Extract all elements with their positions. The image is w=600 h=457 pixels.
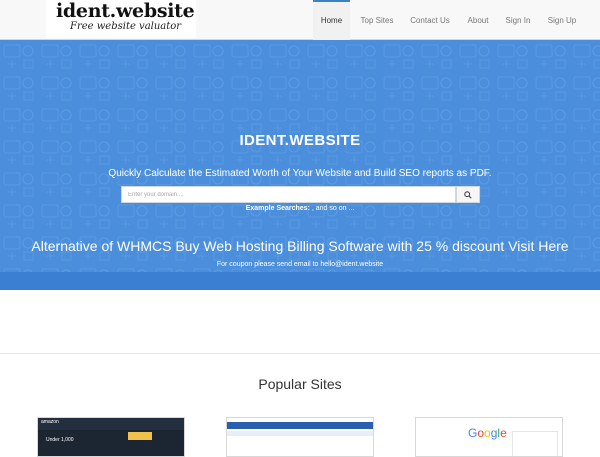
example-searches-label: Example Searches: bbox=[245, 205, 310, 212]
hero-title: IDENT.WEBSITE bbox=[239, 132, 361, 149]
amazon-banner bbox=[128, 432, 152, 440]
amazon-logo: amazon bbox=[41, 419, 59, 425]
amazon-header bbox=[38, 418, 184, 430]
example-searches-text: , and so on ... bbox=[309, 205, 355, 212]
nav-sign-in[interactable]: Sign In bbox=[502, 0, 534, 40]
popular-site-yahoo-thumbnail[interactable] bbox=[226, 417, 374, 457]
example-searches: Example Searches: , and so on ... bbox=[0, 205, 600, 212]
popular-site-google-thumbnail[interactable]: Google bbox=[415, 417, 563, 457]
hero-tagline: Quickly Calculate the Estimated Worth of… bbox=[108, 168, 492, 179]
nav-sign-up[interactable]: Sign Up bbox=[543, 0, 581, 40]
amazon-promo-text: Under 1,000 bbox=[46, 437, 74, 443]
site-logo[interactable]: ident.website Free website valuator bbox=[46, 0, 196, 38]
promo-link[interactable]: Alternative of WHMCS Buy Web Hosting Bil… bbox=[0, 238, 600, 254]
google-side-panel bbox=[512, 431, 558, 456]
amazon-hero bbox=[38, 430, 184, 456]
nav-top-sites[interactable]: Top Sites bbox=[356, 0, 398, 40]
popular-site-amazon-thumbnail[interactable]: amazon Under 1,000 bbox=[37, 417, 185, 457]
domain-search-input[interactable] bbox=[121, 186, 456, 203]
yahoo-header bbox=[227, 422, 373, 429]
yahoo-nav bbox=[227, 431, 373, 436]
coupon-note: For coupon please send email to hello@id… bbox=[216, 261, 384, 268]
google-logo: Google bbox=[468, 426, 507, 440]
popular-sites-heading: Popular Sites bbox=[258, 376, 342, 392]
section-divider bbox=[0, 353, 600, 354]
top-navbar: ident.website Free website valuator Home… bbox=[0, 0, 600, 40]
logo-wordmark: ident.website bbox=[56, 0, 195, 22]
search-icon bbox=[464, 190, 472, 199]
hero-bottom-band bbox=[0, 272, 600, 290]
yahoo-topbar bbox=[227, 418, 373, 421]
domain-search bbox=[121, 186, 480, 203]
logo-tagline: Free website valuator bbox=[70, 21, 182, 32]
nav-about[interactable]: About bbox=[462, 0, 494, 40]
hero-section: IDENT.WEBSITE Quickly Calculate the Esti… bbox=[0, 40, 600, 290]
nav-home[interactable]: Home bbox=[313, 0, 350, 40]
search-button[interactable] bbox=[456, 186, 480, 203]
nav-contact-us[interactable]: Contact Us bbox=[406, 0, 454, 40]
